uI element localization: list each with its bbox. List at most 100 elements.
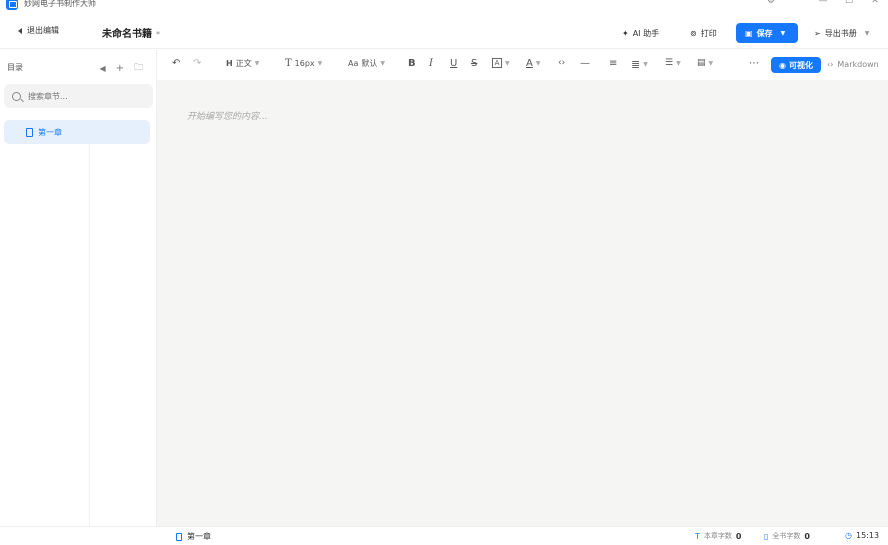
chapter-search-input[interactable] [28, 91, 138, 101]
more-icon[interactable]: ⋯ [749, 58, 759, 69]
code-brackets-icon: ‹› [827, 60, 834, 69]
clock: ◷ 15:13 [845, 531, 879, 540]
book-title[interactable]: 未命名书籍 * [102, 25, 160, 40]
text-color-select[interactable]: A ▼ [526, 58, 540, 69]
back-arrow-icon [18, 27, 22, 34]
toc-tools: ◀ + 🗀 [99, 60, 143, 76]
search-icon [12, 91, 21, 101]
visual-mode-label: 可视化 [788, 60, 813, 70]
exit-edit-button[interactable]: 退出编辑 [18, 25, 59, 36]
chapter-item-label: 第一章 [38, 127, 62, 137]
folder-icon[interactable]: 🗀 [134, 60, 143, 76]
chevron-down-icon: ▼ [254, 60, 260, 67]
chevron-down-icon[interactable]: ﹀ [784, 0, 810, 7]
save-dropdown-icon[interactable]: ▼ [781, 30, 786, 37]
font-size-select[interactable]: T 16px ▼ [285, 58, 322, 69]
markdown-mode-button[interactable]: ‹› Markdown [827, 60, 879, 69]
print-button[interactable]: ⊚ 打印 [690, 24, 717, 42]
chevron-down-icon: ▼ [708, 59, 714, 67]
list-icon: ☰ [665, 58, 674, 68]
close-button[interactable]: ✕ [862, 0, 888, 7]
visual-mode-button[interactable]: ◉ 可视化 [771, 57, 821, 73]
book-word-count-value: 0 [804, 531, 810, 541]
redo-icon[interactable]: ↷ [193, 58, 201, 69]
ai-assistant-label: AI 助手 [632, 28, 660, 38]
chevron-down-icon: ▼ [535, 60, 541, 67]
insert-select[interactable]: ▤ ▼ [697, 58, 713, 68]
status-bar: 第一章 T 本章字数 0 ▯ 全书字数 0 ◷ 15:13 [0, 526, 888, 545]
collapse-sidebar-icon[interactable]: ◀ [99, 64, 105, 73]
book-word-count: ▯ 全书字数 0 [764, 531, 810, 541]
font-family-value: 默认 [361, 59, 378, 68]
text-color-icon: A [526, 58, 533, 69]
export-label: 导出书册 [824, 28, 857, 38]
save-label: 保存 [756, 28, 773, 38]
save-button[interactable]: ▣ 保存 ▼ [736, 23, 798, 43]
print-label: 打印 [700, 28, 717, 38]
editor-placeholder: 开始编写您的内容... [187, 112, 268, 122]
format-toolbar: ↶ ↷ H 正文 ▼ T 16px ▼ Aa 默认 ▼ B I U S A ▼ … [157, 50, 888, 80]
chevron-down-icon: ▼ [380, 60, 385, 67]
editor-canvas[interactable]: 开始编写您的内容... [157, 80, 888, 526]
list-select[interactable]: ☰ ▼ [665, 58, 681, 68]
chevron-down-icon: ▼ [676, 59, 681, 67]
highlight-icon: A [492, 58, 502, 68]
add-chapter-icon[interactable]: + [116, 63, 124, 74]
minimize-button[interactable]: — [810, 0, 836, 7]
maximize-button[interactable]: ☐ [836, 0, 862, 7]
chevron-down-icon: ▼ [317, 60, 323, 67]
markdown-mode-label: Markdown [837, 60, 879, 69]
font-size-value: 16px [294, 59, 315, 68]
sparkle-icon: ✦ [622, 28, 629, 38]
toc-heading: 目录 [7, 63, 23, 72]
insert-icon: ▤ [697, 58, 706, 68]
export-button[interactable]: ➢ 导出书册 ▼ [814, 24, 869, 42]
chapter-word-count-value: 0 [735, 531, 742, 541]
toc-sidebar: 目录 ◀ + 🗀 第一章 [0, 50, 157, 526]
chapter-search[interactable] [4, 84, 153, 108]
font-family-icon: Aa [348, 59, 359, 68]
paragraph-icon: ≣ [631, 58, 641, 71]
book-word-count-label: 全书字数 [772, 532, 801, 540]
italic-icon[interactable]: I [429, 58, 433, 69]
send-icon: ➢ [814, 28, 821, 38]
editor-header: 退出编辑 未命名书籍 * ✦ AI 助手 ⊚ 打印 ▣ 保存 ▼ ➢ 导出书册 ▼ [0, 16, 888, 49]
app-logo-icon [6, 0, 18, 10]
undo-icon[interactable]: ↶ [172, 58, 180, 69]
heading-value: 正文 [235, 59, 252, 68]
settings-icon[interactable]: ⚙ [758, 0, 784, 7]
title-bar: 妙网电子书制作大师 ⚙ ﹀ — ☐ ✕ [0, 0, 888, 16]
underline-icon[interactable]: U [450, 58, 457, 69]
align-icon[interactable]: ≡ [609, 58, 617, 69]
highlight-select[interactable]: A ▼ [492, 58, 510, 68]
heading-icon: H [226, 59, 233, 68]
current-chapter: 第一章 [176, 531, 211, 542]
clock-value: 15:13 [855, 531, 880, 540]
bold-icon[interactable]: B [408, 58, 416, 69]
clock-icon: ◷ [845, 531, 852, 540]
code-icon[interactable]: ‹› [558, 58, 565, 68]
alignment-select[interactable]: ≣ ▼ [631, 58, 648, 71]
strikethrough-icon[interactable]: S [471, 58, 477, 69]
app-title: 妙网电子书制作大师 [24, 0, 96, 8]
export-dropdown-icon: ▼ [864, 29, 870, 37]
horizontal-rule-icon[interactable]: — [580, 58, 590, 69]
print-icon: ⊚ [690, 28, 697, 38]
chevron-down-icon: ▼ [643, 61, 648, 68]
ai-assistant-button[interactable]: ✦ AI 助手 [622, 24, 659, 42]
chapter-item[interactable]: 第一章 [4, 120, 150, 144]
heading-select[interactable]: H 正文 ▼ [226, 58, 259, 69]
text-icon: T [695, 531, 700, 541]
window-controls: ⚙ ﹀ — ☐ ✕ [758, 0, 888, 7]
font-size-icon: T [285, 58, 292, 69]
exit-edit-label: 退出编辑 [27, 26, 59, 35]
document-icon [26, 127, 33, 137]
chapter-word-count-label: 本章字数 [703, 532, 732, 540]
unsaved-indicator: * [156, 30, 160, 39]
current-chapter-label: 第一章 [187, 532, 211, 541]
book-title-text: 未命名书籍 [102, 29, 152, 40]
save-icon: ▣ [745, 28, 753, 38]
chevron-down-icon: ▼ [505, 59, 510, 67]
sidebar-divider [89, 142, 90, 526]
font-family-select[interactable]: Aa 默认 ▼ [348, 58, 385, 69]
